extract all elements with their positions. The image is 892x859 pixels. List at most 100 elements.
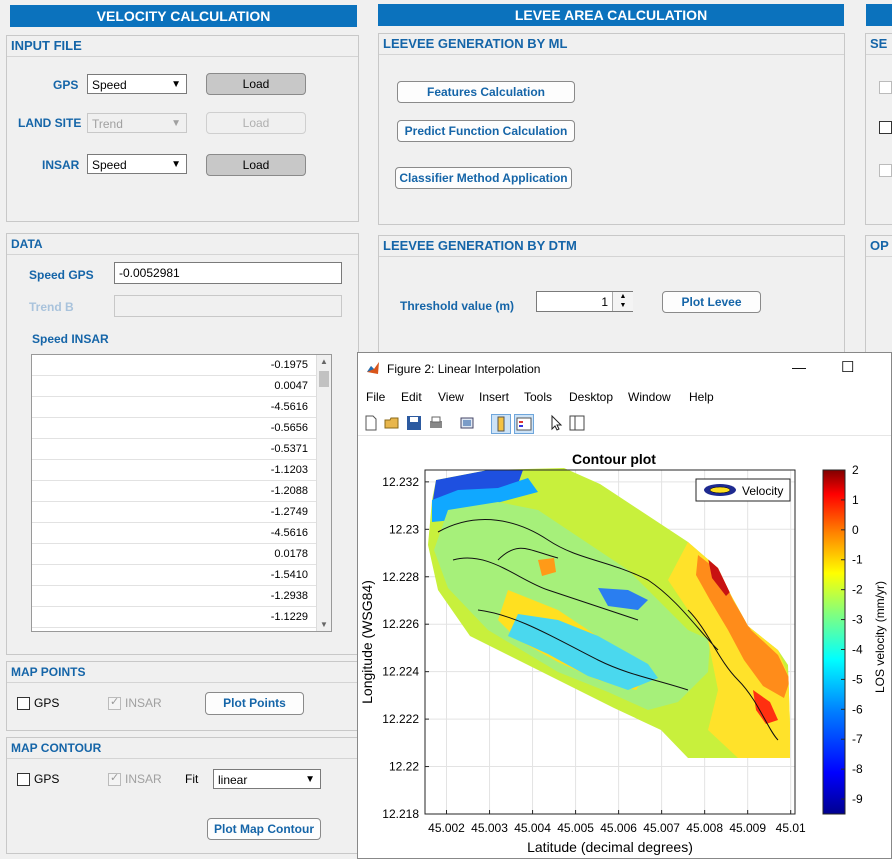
insar-select-value: Speed xyxy=(92,158,127,172)
list-item[interactable]: 0.0178 xyxy=(32,544,316,565)
x-tick-label: 45.009 xyxy=(729,821,766,835)
contour-chart: Contour plot 45.002 45.003 45.004 45.005 45.… xyxy=(359,451,887,855)
legend-icon[interactable] xyxy=(514,414,534,434)
x-tick-label: 45.004 xyxy=(514,821,551,835)
y-tick-label: 12.232 xyxy=(382,475,419,489)
spin-down-icon[interactable]: ▼ xyxy=(613,301,633,310)
map-contour-panel: MAP CONTOUR GPS ✓ INSAR Fit linear ▼ Plot… xyxy=(6,737,359,854)
list-item[interactable]: -4.5616 xyxy=(32,397,316,418)
open-file-icon[interactable] xyxy=(383,414,401,432)
list-item[interactable]: -0.5371 xyxy=(32,439,316,460)
list-item[interactable]: -1.2088 xyxy=(32,481,316,502)
colorbar-tick-label: -7 xyxy=(852,732,863,746)
gps-select-value: Speed xyxy=(92,78,127,92)
list-item[interactable]: -1.2749 xyxy=(32,502,316,523)
figure-title: Figure 2: Linear Interpolation xyxy=(387,362,541,376)
plot-levee-button[interactable]: Plot Levee xyxy=(662,291,761,313)
x-tick-label: 45.005 xyxy=(557,821,594,835)
se-checkbox-2[interactable] xyxy=(879,121,892,134)
list-item[interactable]: -0.1975 xyxy=(32,355,316,376)
data-panel: DATA Speed GPS -0.0052981 Trend B Speed … xyxy=(6,233,359,655)
gps-select[interactable]: Speed ▼ xyxy=(87,74,187,94)
gps-points-checkbox[interactable] xyxy=(17,697,30,710)
gps-contour-label: GPS xyxy=(34,772,60,786)
insar-contour-checkbox[interactable]: ✓ xyxy=(108,772,121,786)
check-icon: ✓ xyxy=(110,772,120,784)
menu-edit[interactable]: Edit xyxy=(401,390,422,404)
insar-values-list[interactable]: -0.1975 0.0047 -4.5616 -0.5656 -0.5371 -1.120… xyxy=(31,354,332,632)
scroll-thumb[interactable] xyxy=(319,371,329,387)
plot-points-button[interactable]: Plot Points xyxy=(205,692,304,715)
dropdown-arrow-icon: ▼ xyxy=(171,79,181,90)
scrollbar[interactable]: ▲ ▼ xyxy=(316,355,331,631)
link-plot-icon[interactable] xyxy=(458,414,476,432)
scroll-down-icon[interactable]: ▼ xyxy=(320,620,328,629)
op-title: OP xyxy=(866,236,892,257)
legend-label: Velocity xyxy=(742,484,783,498)
speed-gps-label: Speed GPS xyxy=(29,268,94,282)
insar-select[interactable]: Speed ▼ xyxy=(87,154,187,174)
features-calculation-button[interactable]: Features Calculation xyxy=(397,81,575,103)
gps-contour-checkbox[interactable] xyxy=(17,773,30,786)
scroll-up-icon[interactable]: ▲ xyxy=(320,357,328,366)
save-icon[interactable] xyxy=(405,414,423,432)
list-item[interactable]: -0.5656 xyxy=(32,418,316,439)
new-figure-icon[interactable] xyxy=(362,414,380,432)
se-checkbox-3[interactable] xyxy=(879,164,892,177)
list-item[interactable]: -1.5410 xyxy=(32,565,316,586)
colorbar-tick-label: 1 xyxy=(852,493,859,507)
gps-load-button[interactable]: Load xyxy=(206,73,306,95)
maximize-icon[interactable]: ☐ xyxy=(841,358,854,376)
list-item[interactable]: -1.1203 xyxy=(32,460,316,481)
speed-gps-field[interactable]: -0.0052981 xyxy=(114,262,342,284)
figure-menubar: File Edit View Insert Tools Desktop Window Help xyxy=(358,388,891,406)
colorbar-icon[interactable] xyxy=(491,414,511,434)
dtm-panel: LEEVEE GENERATION BY DTM Threshold value… xyxy=(378,235,845,357)
colorbar xyxy=(822,469,846,815)
insar-points-label: INSAR xyxy=(125,696,162,710)
x-tick-label: 45.01 xyxy=(776,821,806,835)
property-editor-icon[interactable] xyxy=(568,414,586,432)
threshold-spinner[interactable]: ▲ ▼ xyxy=(612,292,633,311)
velocity-header: VELOCITY CALCULATION xyxy=(10,5,357,27)
menu-tools[interactable]: Tools xyxy=(524,390,552,404)
map-points-panel: MAP POINTS GPS ✓ INSAR Plot Points xyxy=(6,661,359,731)
insar-points-checkbox[interactable]: ✓ xyxy=(108,696,121,710)
menu-view[interactable]: View xyxy=(438,390,464,404)
chart-title: Contour plot xyxy=(572,451,656,467)
predict-function-button[interactable]: Predict Function Calculation xyxy=(397,120,575,142)
menu-window[interactable]: Window xyxy=(628,390,671,404)
list-item[interactable]: 0.0047 xyxy=(32,376,316,397)
dropdown-arrow-icon: ▼ xyxy=(171,118,181,129)
menu-help[interactable]: Help xyxy=(689,390,714,404)
menu-file[interactable]: File xyxy=(366,390,385,404)
insar-contour-label: INSAR xyxy=(125,772,162,786)
ml-title: LEEVEE GENERATION BY ML xyxy=(379,34,844,55)
list-item[interactable]: -1.1229 xyxy=(32,607,316,628)
pointer-icon[interactable] xyxy=(547,414,565,432)
minimize-icon[interactable]: — xyxy=(792,359,806,375)
menu-desktop[interactable]: Desktop xyxy=(569,390,613,404)
input-file-panel: INPUT FILE GPS Speed ▼ Load LAND SITE Tre… xyxy=(6,35,359,222)
speed-insar-label: Speed INSAR xyxy=(32,332,109,346)
land-site-select[interactable]: Trend ▼ xyxy=(87,113,187,133)
list-item[interactable]: -1.2938 xyxy=(32,586,316,607)
menu-insert[interactable]: Insert xyxy=(479,390,509,404)
print-icon[interactable] xyxy=(427,414,445,432)
trend-b-label: Trend B xyxy=(29,300,74,314)
list-item[interactable]: -4.5616 xyxy=(32,523,316,544)
land-site-load-button[interactable]: Load xyxy=(206,112,306,134)
dtm-title: LEEVEE GENERATION BY DTM xyxy=(379,236,844,257)
colorbar-tick-label: -3 xyxy=(852,613,863,627)
trend-b-field[interactable] xyxy=(114,295,342,317)
se-checkbox-1[interactable] xyxy=(879,81,892,94)
spin-up-icon[interactable]: ▲ xyxy=(613,292,633,301)
plot-map-contour-button[interactable]: Plot Map Contour xyxy=(207,818,321,840)
ml-panel: LEEVEE GENERATION BY ML Features Calcula… xyxy=(378,33,845,225)
insar-load-button[interactable]: Load xyxy=(206,154,306,176)
fit-select[interactable]: linear ▼ xyxy=(213,769,321,789)
threshold-value: 1 xyxy=(601,295,608,309)
classifier-method-button[interactable]: Classifier Method Application xyxy=(395,167,572,189)
fit-label: Fit xyxy=(185,772,199,786)
op-panel: OP xyxy=(865,235,892,357)
